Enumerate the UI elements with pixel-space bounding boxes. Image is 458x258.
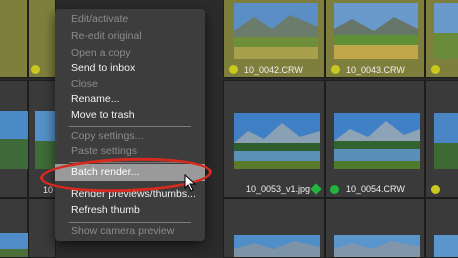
thumbnail-cell[interactable] bbox=[0, 198, 29, 258]
thumbnail-cell[interactable] bbox=[28, 0, 56, 78]
context-menu: Edit/activate Re-edit original Open a co… bbox=[55, 9, 205, 241]
thumbnail-cell[interactable] bbox=[0, 0, 28, 78]
thumbnail-image bbox=[434, 113, 458, 169]
thumbnail-filename: 10_0043.CRW bbox=[346, 65, 405, 75]
thumbnail-cell[interactable] bbox=[28, 198, 56, 258]
thumbnail-image bbox=[0, 233, 29, 257]
thumbnail-image bbox=[234, 113, 320, 169]
color-label-green bbox=[310, 183, 322, 195]
menu-item-send-to-inbox[interactable]: Send to inbox bbox=[55, 60, 205, 77]
thumbnail-cell[interactable] bbox=[425, 0, 458, 78]
thumbnail-cell[interactable] bbox=[325, 198, 425, 258]
thumbnail-cell[interactable]: 10_0053_v1.jpg bbox=[223, 80, 325, 198]
color-label-green bbox=[330, 185, 339, 194]
thumbnail-image bbox=[0, 111, 29, 169]
pointer-cursor-icon bbox=[184, 173, 198, 192]
thumbnail-image bbox=[434, 3, 458, 59]
thumbnail-cell[interactable] bbox=[425, 198, 458, 258]
thumbnail-image bbox=[334, 3, 418, 59]
menu-item-move-to-trash[interactable]: Move to trash bbox=[55, 107, 205, 124]
color-label-yellow bbox=[31, 65, 40, 74]
thumbnail-cell[interactable]: 10_0054.CRW bbox=[325, 80, 425, 198]
menu-separator bbox=[69, 126, 191, 127]
thumbnail-image bbox=[35, 111, 57, 169]
thumbnail-cell[interactable] bbox=[425, 80, 458, 198]
color-label-yellow bbox=[229, 65, 238, 74]
menu-item-edit-activate[interactable]: Edit/activate bbox=[55, 11, 205, 28]
menu-item-rename[interactable]: Rename... bbox=[55, 91, 205, 108]
thumbnail-filename: 10_0054.CRW bbox=[346, 184, 405, 194]
thumbnail-filename: 10 bbox=[43, 185, 54, 195]
thumbnail-cell[interactable] bbox=[0, 80, 29, 198]
thumbnail-filename: 10_0053_v1.jpg bbox=[246, 184, 311, 194]
menu-item-show-camera-preview[interactable]: Show camera preview bbox=[55, 223, 205, 240]
menu-item-re-edit-original[interactable]: Re-edit original bbox=[55, 28, 205, 45]
color-label-yellow bbox=[431, 65, 440, 74]
thumbnail-image bbox=[334, 113, 420, 169]
color-label-yellow bbox=[431, 185, 440, 194]
thumbnail-filename: 10_0042.CRW bbox=[244, 65, 303, 75]
menu-item-refresh-thumb[interactable]: Refresh thumb bbox=[55, 202, 205, 219]
color-label-yellow bbox=[331, 65, 340, 74]
thumbnail-image bbox=[234, 3, 318, 59]
thumbnail-cell[interactable]: 10_0043.CRW bbox=[325, 0, 425, 78]
thumbnail-cell[interactable] bbox=[223, 198, 325, 258]
thumbnail-cell[interactable]: 10_0042.CRW bbox=[223, 0, 325, 78]
